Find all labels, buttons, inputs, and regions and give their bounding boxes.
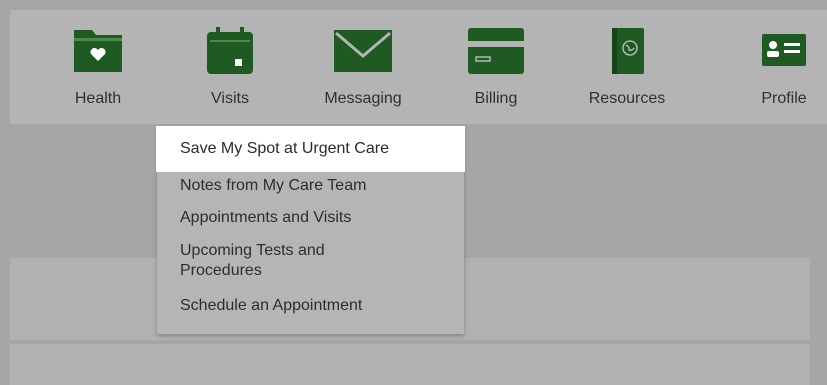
- nav-label: Visits: [211, 90, 249, 107]
- nav-item-messaging[interactable]: Messaging: [303, 10, 423, 124]
- envelope-icon: [332, 26, 394, 79]
- nav-label: Resources: [588, 90, 666, 107]
- nav-item-resources[interactable]: Resources: [567, 10, 687, 124]
- menu-item-schedule-appointment[interactable]: Schedule an Appointment: [180, 296, 450, 316]
- calendar-icon: [205, 26, 255, 81]
- nav-label: Health: [74, 90, 122, 107]
- content-panel: [10, 344, 810, 385]
- nav-label: Profile: [761, 90, 807, 107]
- nav-item-health[interactable]: Health: [38, 10, 158, 124]
- menu-item-care-team-notes[interactable]: Notes from My Care Team: [180, 176, 450, 196]
- nav-item-billing[interactable]: Billing: [436, 10, 556, 124]
- nav-item-visits[interactable]: Visits: [170, 10, 290, 124]
- menu-item-appointments-visits[interactable]: Appointments and Visits: [180, 208, 450, 228]
- top-navigation-bar: Health Visits Messaging Billing Resource…: [10, 10, 827, 124]
- visits-dropdown-menu: Save My Spot at Urgent Care Notes from M…: [156, 126, 465, 334]
- nav-label: Billing: [474, 90, 518, 107]
- folder-heart-icon: [72, 26, 124, 79]
- menu-item-save-my-spot[interactable]: Save My Spot at Urgent Care: [156, 126, 465, 172]
- id-card-icon: [760, 26, 808, 75]
- book-globe-icon: [606, 26, 648, 81]
- menu-item-upcoming-tests[interactable]: Upcoming Tests and Procedures: [180, 241, 380, 281]
- nav-item-profile[interactable]: Profile: [724, 10, 827, 124]
- credit-card-icon: [466, 26, 526, 81]
- nav-label: Messaging: [324, 90, 402, 107]
